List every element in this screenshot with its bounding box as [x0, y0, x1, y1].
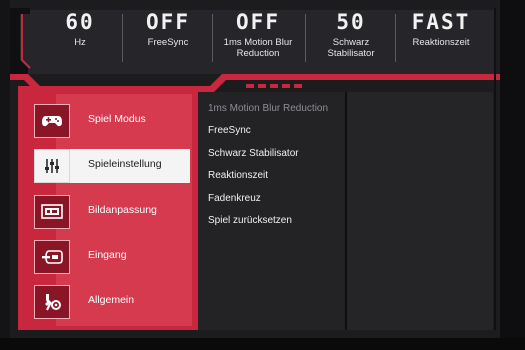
status-black-stabilizer: 50 Schwarz Stabilisator: [305, 10, 397, 68]
status-label: 1ms Motion Blur: [223, 37, 293, 48]
frame-right-edge: [494, 10, 496, 330]
menu-item-bildanpassung[interactable]: Bildanpassung: [34, 195, 190, 229]
status-refresh-rate: 60 Hz: [34, 10, 126, 68]
menu-item-label: Spiel Modus: [88, 113, 146, 125]
submenu-item-motion-blur[interactable]: 1ms Motion Blur Reduction: [208, 103, 328, 114]
status-value: OFF: [236, 10, 280, 34]
bezel-right: [500, 0, 525, 350]
submenu-item-response-time[interactable]: Reaktionszeit: [208, 170, 268, 181]
status-label: Hz: [74, 37, 86, 48]
status-label: Reduction: [236, 48, 280, 59]
status-value: OFF: [146, 10, 190, 34]
status-response-time: FAST Reaktionszeit: [395, 10, 487, 68]
bezel-left: [0, 0, 10, 350]
status-label: Schwarz: [332, 37, 370, 48]
menu-item-label: Bildanpassung: [88, 204, 157, 216]
picture-icon: [34, 195, 70, 229]
status-label: Reaktionszeit: [412, 37, 470, 48]
menu-item-label: Allgemein: [88, 294, 135, 306]
status-value: 50: [336, 10, 366, 34]
status-value: FAST: [411, 10, 471, 34]
submenu-item-game-reset[interactable]: Spiel zurücksetzen: [208, 215, 292, 226]
menu-item-spieleinstellung[interactable]: Spieleinstellung: [34, 149, 190, 183]
submenu-item-crosshair[interactable]: Fadenkreuz: [208, 193, 261, 204]
submenu-item-black-stabilizer[interactable]: Schwarz Stabilisator: [208, 148, 299, 159]
detail-panel: [347, 92, 493, 330]
status-freesync: OFF FreeSync: [122, 10, 214, 68]
menu-item-spiel-modus[interactable]: Spiel Modus: [34, 104, 190, 138]
status-label: Stabilisator: [327, 48, 375, 59]
menu-item-label: Spieleinstellung: [88, 158, 162, 170]
menu-item-allgemein[interactable]: Allgemein: [34, 285, 190, 319]
status-value: 60: [65, 10, 95, 34]
tools-icon: [34, 285, 70, 319]
status-label: FreeSync: [147, 37, 189, 48]
gamepad-icon: [34, 104, 70, 138]
menu-item-eingang[interactable]: Eingang: [34, 240, 190, 274]
sliders-icon: [34, 149, 70, 183]
menu-item-label: Eingang: [88, 249, 127, 261]
bezel-bottom: [0, 338, 525, 350]
status-motion-blur: OFF 1ms Motion Blur Reduction: [212, 10, 304, 68]
input-icon: [34, 240, 70, 274]
submenu-item-freesync[interactable]: FreeSync: [208, 125, 251, 136]
